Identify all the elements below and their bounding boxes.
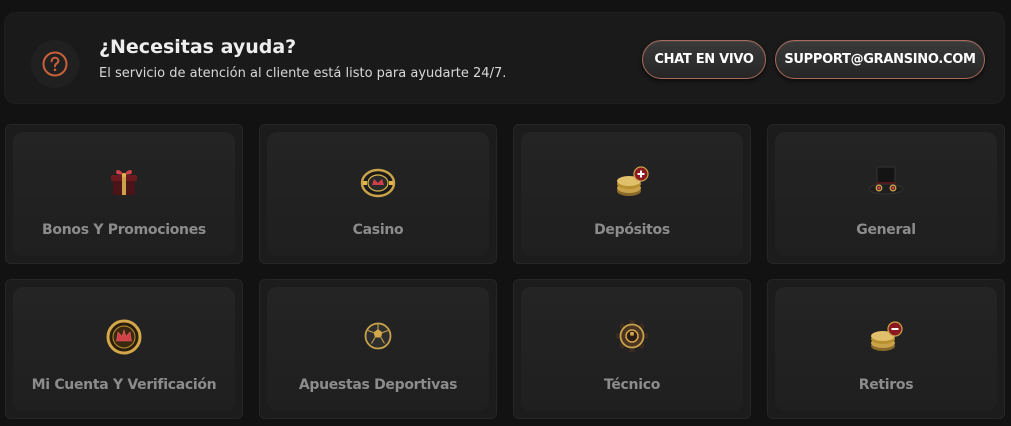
category-card-casino[interactable]: Casino bbox=[259, 124, 497, 264]
gear-icon bbox=[612, 316, 652, 356]
category-card-mi-cuenta[interactable]: Mi Cuenta Y Verificación bbox=[5, 279, 243, 419]
category-label: Técnico bbox=[603, 377, 661, 393]
soccer-ball-icon bbox=[358, 316, 398, 356]
gift-box-icon bbox=[104, 161, 144, 201]
coins-minus-icon bbox=[866, 316, 906, 356]
help-banner: ¿Necesitas ayuda? El servicio de atenció… bbox=[4, 12, 1005, 104]
crown-coin-icon bbox=[104, 316, 144, 356]
category-card-general[interactable]: General bbox=[767, 124, 1005, 264]
category-card-apuestas[interactable]: Apuestas Deportivas bbox=[259, 279, 497, 419]
category-label: Depósitos bbox=[594, 222, 670, 238]
live-chat-button[interactable]: CHAT EN VIVO bbox=[642, 40, 766, 79]
category-label: General bbox=[856, 222, 916, 238]
category-card-depositos[interactable]: Depósitos bbox=[513, 124, 751, 264]
category-card-tecnico[interactable]: Técnico bbox=[513, 279, 751, 419]
category-card-retiros[interactable]: Retiros bbox=[767, 279, 1005, 419]
question-circle-icon bbox=[31, 40, 79, 88]
category-label: Casino bbox=[352, 222, 404, 238]
category-label: Apuestas Deportivas bbox=[298, 377, 458, 393]
category-card-bonos[interactable]: Bonos Y Promociones bbox=[5, 124, 243, 264]
category-label: Bonos Y Promociones bbox=[42, 222, 206, 238]
help-subtitle: El servicio de atención al cliente está … bbox=[99, 66, 507, 81]
coins-plus-icon bbox=[612, 161, 652, 201]
help-title: ¿Necesitas ayuda? bbox=[99, 36, 297, 58]
category-label: Mi Cuenta Y Verificación bbox=[31, 377, 217, 393]
category-label: Retiros bbox=[858, 377, 914, 393]
support-email-button[interactable]: SUPPORT@GRANSINO.COM bbox=[775, 40, 985, 79]
top-hat-icon bbox=[866, 161, 906, 201]
casino-chip-icon bbox=[358, 161, 398, 201]
